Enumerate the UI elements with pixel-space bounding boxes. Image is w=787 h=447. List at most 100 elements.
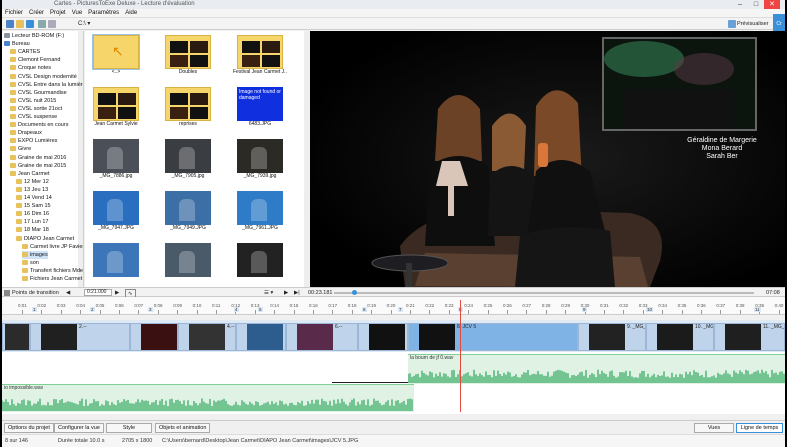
gallery-scrollbar[interactable] xyxy=(304,31,309,287)
save-icon[interactable] xyxy=(26,20,34,28)
gallery-item[interactable]: Jean Carmet Sylvie xyxy=(89,87,143,128)
gallery-item[interactable]: Festival Jean Carmet J... xyxy=(233,35,287,76)
play-icon[interactable]: ▶ xyxy=(284,289,288,297)
slide-marker[interactable]: 7 xyxy=(398,307,403,312)
timeline-clip[interactable]: 8. JCV 5 xyxy=(408,323,578,351)
tree-item[interactable]: 15 Sam 15 xyxy=(16,202,51,210)
tree-item[interactable]: EXPO Lumières xyxy=(10,137,57,145)
tree-item[interactable]: Givre xyxy=(10,145,31,153)
tree-item[interactable]: CVSL sortie 21oct xyxy=(10,105,62,113)
gallery-item[interactable] xyxy=(233,243,287,284)
seek-handle[interactable] xyxy=(352,290,357,295)
tree-item[interactable]: CVSL Gourmandise xyxy=(10,89,67,97)
transition-time-field[interactable]: 0:21.000 xyxy=(84,289,112,296)
tree-item[interactable]: Clemont Fernand xyxy=(10,56,61,64)
timeline-tab[interactable]: Ligne de temps xyxy=(736,423,783,433)
tree-item[interactable]: CVSL nuit 2015 xyxy=(10,97,56,105)
playhead[interactable] xyxy=(460,300,461,412)
slide-marker[interactable]: 4 xyxy=(234,307,239,312)
gallery-item[interactable]: _MG_7886.jpg xyxy=(89,139,143,180)
slide-marker[interactable]: 3 xyxy=(148,307,153,312)
project-options-button[interactable]: Options du projet xyxy=(4,423,54,433)
tree-item[interactable]: Graine de mai 2015 xyxy=(10,162,66,170)
slide-marker[interactable]: 2 xyxy=(90,307,95,312)
tree-item[interactable]: images xyxy=(22,250,48,259)
gallery-item[interactable]: Image not found or damaged 6483.JPG xyxy=(233,87,287,128)
step-forward-icon[interactable]: ▶ xyxy=(115,289,119,297)
menu-item[interactable]: Paramètres xyxy=(85,9,122,17)
slide-marker[interactable]: 6 xyxy=(362,307,367,312)
timeline-clip[interactable]: 9. _MG_ xyxy=(578,323,646,351)
tree-item[interactable]: Transfert fichiers Mdef xyxy=(22,267,83,275)
timeline-clip[interactable]: 5.-- xyxy=(236,323,286,351)
timeline-clip[interactable]: 6.-- xyxy=(286,323,358,351)
menu-item[interactable]: Projet xyxy=(47,9,69,17)
tree-item[interactable]: 17 Lun 17 xyxy=(16,218,48,226)
slide-marker[interactable]: 11 xyxy=(754,307,761,312)
redo-icon[interactable] xyxy=(48,20,56,28)
transition-points-icon[interactable] xyxy=(4,290,10,296)
tree-item[interactable]: Bureau xyxy=(4,40,30,48)
close-icon[interactable]: ✕ xyxy=(764,0,780,9)
new-project-icon[interactable] xyxy=(6,20,14,28)
timeline-clip[interactable]: 1. xyxy=(2,323,30,351)
tree-item[interactable]: 16 Dim 16 xyxy=(16,210,49,218)
timeline-ruler[interactable]: 0:01 0:02 0:03 0:04 0:05 0:06 0:07 0:08 0:09 0:10… xyxy=(2,297,785,315)
transition-points-label[interactable]: Points de transition xyxy=(12,289,59,297)
audio-clip-2[interactable]: io impossible.wav xyxy=(2,384,414,412)
timeline-clip[interactable]: 7. xyxy=(358,323,408,351)
tree-item[interactable]: 18 Mar 18 xyxy=(16,226,49,234)
menu-item[interactable]: Aide xyxy=(122,9,140,17)
timeline-clip[interactable]: 2.-- xyxy=(30,323,130,351)
style-button[interactable]: Style xyxy=(106,423,152,433)
skip-icon[interactable]: ▶| xyxy=(294,289,300,297)
tree-item[interactable]: Documents en cours xyxy=(10,121,68,129)
open-folder-icon[interactable] xyxy=(16,20,24,28)
menu-item[interactable]: Vue xyxy=(69,9,85,17)
timeline-clip[interactable]: 11. _MG_ xyxy=(714,323,785,351)
tree-item[interactable]: CVSL Entre dans la lumière xyxy=(10,81,83,89)
maximize-icon[interactable]: □ xyxy=(748,0,764,9)
tree-item[interactable]: Lecteur BD-ROM (F:) xyxy=(4,32,64,40)
volume-envelope[interactable] xyxy=(332,382,408,383)
gallery-item[interactable]: _MG_7961.JPG xyxy=(233,191,287,232)
slide-marker[interactable]: 10 xyxy=(646,307,654,312)
tree-item[interactable]: 14 Vend 14 xyxy=(16,194,52,202)
tree-item[interactable]: CARTES xyxy=(10,48,40,56)
gallery-item[interactable]: reprises xyxy=(161,87,215,128)
gallery-item[interactable]: _MG_7939.jpg xyxy=(233,139,287,180)
drive-selector[interactable]: C:\ ▾ xyxy=(78,19,90,29)
undo-icon[interactable] xyxy=(38,20,46,28)
gallery-item[interactable]: _MG_7949.JPG xyxy=(161,191,215,232)
timeline-clip[interactable]: 3.-- xyxy=(130,323,178,351)
gallery-item[interactable]: ↖ <..> xyxy=(89,34,143,76)
tree-item[interactable]: son xyxy=(22,259,39,267)
step-back-icon[interactable]: ◀ xyxy=(66,289,70,297)
audio-clip-1[interactable]: la bourn de jf 0.wav xyxy=(408,354,785,384)
preview-button[interactable]: Prévisualiser xyxy=(737,19,768,29)
gallery-item[interactable]: _MG_7947.JPG xyxy=(89,191,143,232)
tree-item[interactable]: Jean Carmet xyxy=(10,170,50,178)
tree-item[interactable]: 13 Jeu 13 xyxy=(16,186,48,194)
gallery-item[interactable]: _MG_7905.jpg xyxy=(161,139,215,180)
preview-icon[interactable] xyxy=(728,20,736,28)
menu-icon[interactable]: ☰ ▾ xyxy=(264,289,273,297)
views-tab[interactable]: Vues xyxy=(694,423,734,433)
seek-slider[interactable] xyxy=(334,292,754,294)
tree-item[interactable]: Fichiers Jean Carmet 2016 xyxy=(22,275,83,283)
menu-item[interactable]: Fichier xyxy=(2,9,26,17)
minimize-icon[interactable]: – xyxy=(732,0,748,9)
configure-view-button[interactable]: Configurer la vue xyxy=(54,423,104,433)
tree-item[interactable]: Croque notes xyxy=(10,64,51,72)
tree-item[interactable]: 12 Mer 12 xyxy=(16,178,49,186)
slide-marker[interactable]: 9 xyxy=(582,307,587,312)
tree-item[interactable]: Carmet livre JP Favier xyxy=(22,243,83,251)
objects-animation-button[interactable]: Objets et animation xyxy=(155,423,211,433)
tree-item[interactable]: Drapeaux xyxy=(10,129,42,137)
slide-marker[interactable]: 1 xyxy=(32,307,37,312)
gallery-item[interactable]: Doubles xyxy=(161,35,215,76)
gallery-item[interactable] xyxy=(89,243,143,284)
tree-item[interactable]: Graine de mai 2016 xyxy=(10,154,66,162)
tree-item[interactable]: CVSL Design modernité xyxy=(10,73,77,81)
timeline-clip[interactable]: 10. _MG_ xyxy=(646,323,714,351)
